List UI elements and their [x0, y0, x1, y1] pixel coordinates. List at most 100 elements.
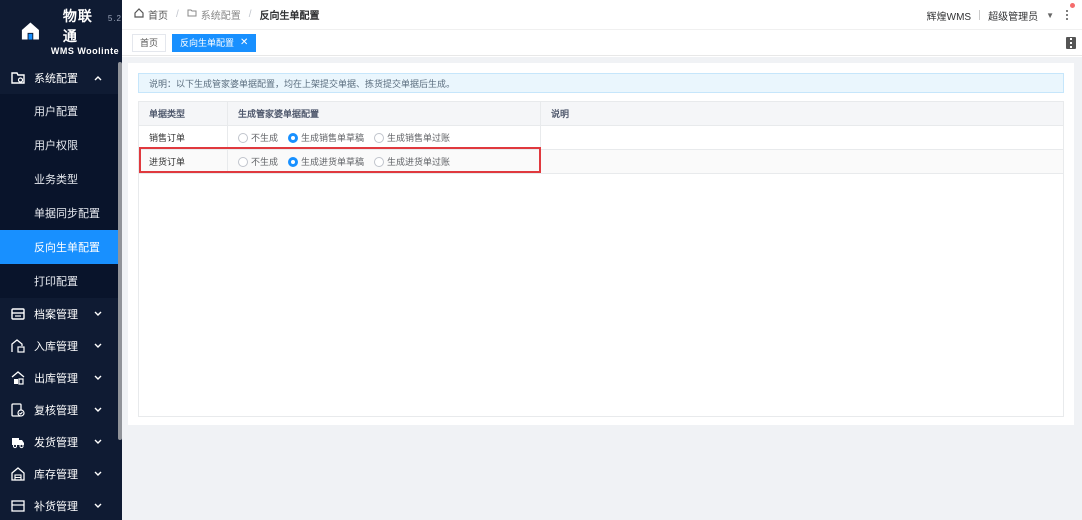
- table-header: 单据类型 生成管家婆单据配置 说明: [139, 102, 1063, 126]
- tabs-more-icon[interactable]: [1066, 37, 1076, 49]
- breadcrumb-separator: /: [248, 9, 252, 20]
- tab-label: 反向生单配置: [180, 38, 235, 48]
- brand-subtitle: WMS Woolinte: [50, 46, 120, 56]
- close-icon[interactable]: ✕: [240, 37, 248, 48]
- sidebar-item-business-type[interactable]: 业务类型: [0, 162, 122, 196]
- radio-generate-draft[interactable]: 生成进货单草稿: [288, 155, 364, 168]
- more-menu-icon[interactable]: [1062, 3, 1075, 22]
- sidebar-item-doc-sync-config[interactable]: 单据同步配置: [0, 196, 122, 230]
- option-cell: 不生成 生成进货单草稿 生成进货单过账: [228, 150, 541, 173]
- chevron-down-icon: [94, 407, 104, 413]
- radio-label: 生成销售单过账: [387, 133, 451, 143]
- radio-no-generate[interactable]: 不生成: [238, 155, 278, 168]
- brand-name: 物联通 5.2: [62, 8, 122, 44]
- option-cell: 不生成 生成销售单草稿 生成销售单过账: [228, 126, 541, 149]
- radio-circle: [238, 132, 248, 143]
- menu-group-system-config[interactable]: 系统配置: [0, 62, 122, 94]
- folder-icon: [187, 8, 197, 21]
- breadcrumb-section[interactable]: 系统配置: [201, 7, 241, 22]
- config-table: 单据类型 生成管家婆单据配置 说明 销售订单 不生成 生成销售单草稿 生成销售单…: [138, 101, 1064, 417]
- radio-generate-posted[interactable]: 生成进货单过账: [374, 155, 450, 168]
- chevron-down-icon: [94, 439, 104, 445]
- inbound-icon: [10, 338, 26, 354]
- breadcrumb-home[interactable]: 首页: [148, 7, 168, 22]
- menu-group-archive[interactable]: 档案管理: [0, 298, 122, 330]
- chevron-down-icon: [94, 343, 104, 349]
- radio-label: 生成销售单草稿: [301, 133, 365, 143]
- user-menu[interactable]: 超级管理员: [988, 8, 1038, 23]
- caret-down-icon[interactable]: ▼: [1046, 11, 1054, 20]
- brand: 物联通 5.2 WMS Woolinte: [0, 0, 122, 62]
- radio-label: 不生成: [251, 133, 279, 143]
- radio-circle-checked: [288, 156, 299, 167]
- sidebar-item-print-config[interactable]: 打印配置: [0, 264, 122, 298]
- tabs-bar: 首页 反向生单配置 ✕: [122, 30, 1082, 56]
- tab-reverse-order-config[interactable]: 反向生单配置 ✕: [172, 33, 257, 52]
- main-content: 说明：以下生成管家婆单据配置，均在上架提交单据、拣货提交单据后生成。 单据类型 …: [122, 57, 1082, 520]
- menu-group-label: 补货管理: [34, 501, 78, 513]
- sidebar-item-user-permissions[interactable]: 用户权限: [0, 128, 122, 162]
- radio-generate-draft[interactable]: 生成销售单草稿: [288, 131, 364, 144]
- table-row: 进货订单 不生成 生成进货单草稿 生成进货单过账: [139, 150, 1063, 174]
- breadcrumb-separator: /: [176, 9, 179, 20]
- chevron-down-icon: [94, 311, 104, 317]
- doc-type-cell: 销售订单: [139, 126, 228, 149]
- notification-dot: [1070, 3, 1075, 8]
- menu-group-label: 库存管理: [34, 469, 78, 481]
- menu-group-label: 档案管理: [34, 309, 78, 321]
- chevron-down-icon: [94, 503, 104, 509]
- column-header: 说明: [551, 109, 570, 119]
- header-right: 辉煌WMS 超级管理员 ▼: [926, 0, 1075, 30]
- menu-group-replenish[interactable]: 补货管理: [0, 490, 122, 520]
- menu-group-inventory[interactable]: 库存管理: [0, 458, 122, 490]
- radio-circle: [238, 156, 248, 167]
- menu-group-inbound[interactable]: 入库管理: [0, 330, 122, 362]
- home-icon: [134, 8, 144, 21]
- radio-generate-posted[interactable]: 生成销售单过账: [374, 131, 450, 144]
- radio-circle-checked: [288, 132, 299, 143]
- menu-group-label: 入库管理: [34, 341, 78, 353]
- radio-label: 生成进货单过账: [387, 157, 451, 167]
- menu-group-label: 出库管理: [34, 373, 78, 385]
- tab-home[interactable]: 首页: [132, 33, 167, 52]
- note-cell: [541, 150, 1063, 173]
- radio-no-generate[interactable]: 不生成: [238, 131, 278, 144]
- column-header: 单据类型: [139, 102, 228, 125]
- replenish-icon: [10, 498, 26, 514]
- breadcrumb-current: 反向生单配置: [259, 11, 320, 22]
- brand-version: 5.2: [107, 14, 122, 23]
- breadcrumb: 首页 / 系统配置 / 反向生单配置: [134, 7, 320, 22]
- chevron-up-icon: [94, 75, 104, 81]
- note-cell: [541, 126, 1063, 149]
- notice-banner: 说明：以下生成管家婆单据配置，均在上架提交单据、拣货提交单据后生成。: [138, 73, 1064, 93]
- review-icon: [10, 402, 26, 418]
- folder-settings-icon: [10, 70, 26, 86]
- doc-type-cell: 进货订单: [139, 150, 228, 173]
- outbound-icon: [10, 370, 26, 386]
- house-logo-icon: [21, 22, 39, 40]
- chevron-down-icon: [94, 375, 104, 381]
- menu-group-shipping[interactable]: 发货管理: [0, 426, 122, 458]
- sidebar-item-user-config[interactable]: 用户配置: [0, 94, 122, 128]
- radio-label: 生成进货单草稿: [301, 157, 365, 167]
- tab-label: 首页: [140, 38, 159, 48]
- radio-circle: [374, 156, 385, 167]
- submenu-system-config: 用户配置 用户权限 业务类型 单据同步配置 反向生单配置 打印配置: [0, 94, 122, 298]
- menu-group-label: 发货管理: [34, 437, 78, 449]
- chevron-down-icon: [94, 471, 104, 477]
- menu-group-outbound[interactable]: 出库管理: [0, 362, 122, 394]
- warehouse-icon: [10, 466, 26, 482]
- top-header: 首页 / 系统配置 / 反向生单配置 辉煌WMS 超级管理员 ▼: [122, 0, 1082, 30]
- radio-circle: [374, 132, 385, 143]
- sidebar-item-reverse-order-config[interactable]: 反向生单配置: [0, 230, 122, 264]
- radio-label: 不生成: [251, 157, 279, 167]
- org-name: 辉煌WMS: [926, 11, 972, 23]
- menu-group-label: 系统配置: [34, 73, 78, 85]
- sidebar: 物联通 5.2 WMS Woolinte 系统配置 用户配置 用户权限 业务类型 …: [0, 0, 122, 520]
- truck-icon: [10, 434, 26, 450]
- archive-icon: [10, 306, 26, 322]
- menu-group-label: 复核管理: [34, 405, 78, 417]
- table-row: 销售订单 不生成 生成销售单草稿 生成销售单过账: [139, 126, 1063, 150]
- column-header: 生成管家婆单据配置: [228, 102, 541, 125]
- menu-group-review[interactable]: 复核管理: [0, 394, 122, 426]
